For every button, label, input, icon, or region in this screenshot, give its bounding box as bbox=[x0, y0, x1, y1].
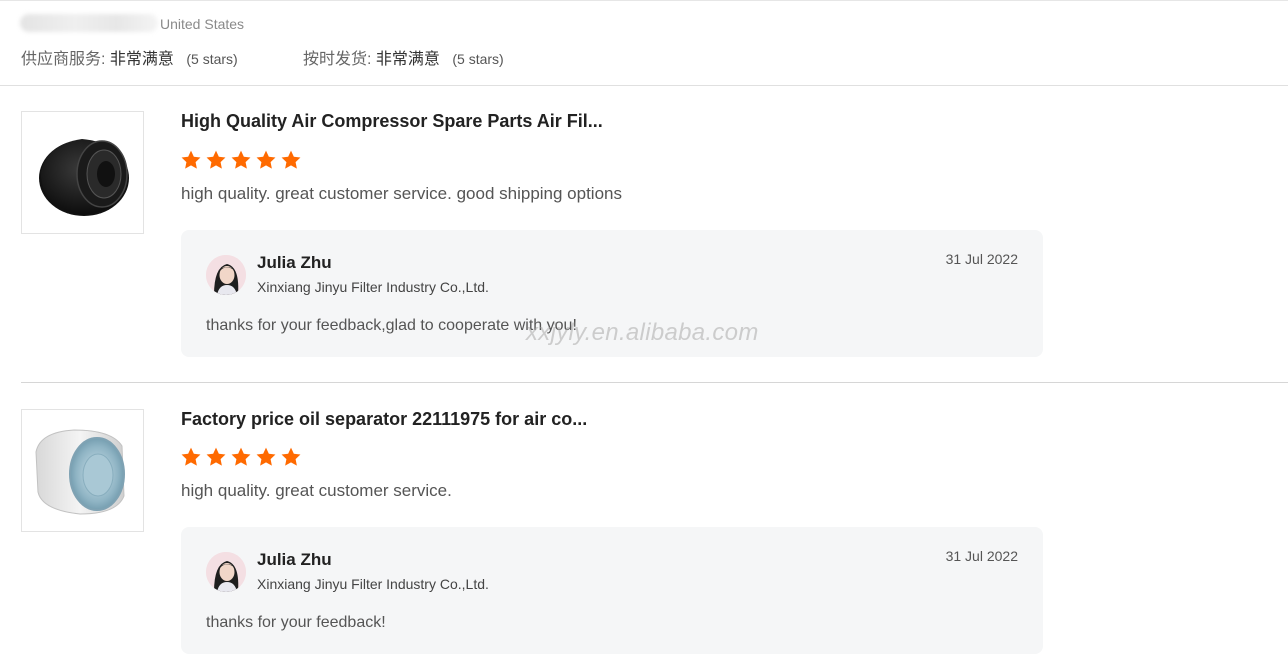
replier-name: Julia Zhu bbox=[257, 550, 332, 569]
air-filter-image bbox=[39, 139, 129, 216]
rating-stars-text: (5 stars) bbox=[186, 51, 238, 67]
star-icon bbox=[281, 447, 301, 466]
reviewer-country: United States bbox=[160, 16, 245, 32]
watermark: xxjyly.en.alibaba.com bbox=[526, 319, 759, 346]
replier-company: Xinxiang Jinyu Filter Industry Co.,Ltd. bbox=[257, 279, 489, 295]
avatar bbox=[206, 255, 246, 295]
review-divider bbox=[21, 382, 1288, 383]
star-icon bbox=[256, 447, 276, 466]
avatar-image bbox=[206, 552, 246, 592]
product-title[interactable]: Factory price oil separator 22111975 for… bbox=[181, 409, 587, 430]
star-icon bbox=[256, 150, 276, 169]
star-icon bbox=[231, 447, 251, 466]
reply-text: thanks for your feedback,glad to coopera… bbox=[206, 317, 577, 334]
supplier-reply: Julia Zhu Xinxiang Jinyu Filter Industry… bbox=[181, 527, 1043, 654]
supplier-service-rating: 供应商服务: 非常满意 (5 stars) bbox=[21, 45, 238, 69]
reply-date: 31 Jul 2022 bbox=[945, 251, 1018, 267]
avatar-image bbox=[206, 255, 246, 295]
oil-separator-image bbox=[35, 429, 125, 515]
review-text: high quality. great customer service. bbox=[181, 481, 452, 500]
rating-stars-text: (5 stars) bbox=[452, 51, 504, 67]
product-thumbnail[interactable] bbox=[21, 409, 144, 532]
star-icon bbox=[206, 447, 226, 466]
avatar bbox=[206, 552, 246, 592]
star-icon bbox=[181, 447, 201, 466]
on-time-delivery-rating: 按时发货: 非常满意 (5 stars) bbox=[303, 45, 504, 69]
reply-text: thanks for your feedback! bbox=[206, 614, 386, 631]
product-title[interactable]: High Quality Air Compressor Spare Parts … bbox=[181, 111, 603, 132]
star-icon bbox=[181, 150, 201, 169]
star-rating bbox=[180, 446, 302, 468]
star-rating bbox=[180, 149, 302, 171]
star-icon bbox=[281, 150, 301, 169]
star-icon bbox=[206, 150, 226, 169]
section-divider bbox=[0, 85, 1288, 86]
replier-company: Xinxiang Jinyu Filter Industry Co.,Ltd. bbox=[257, 576, 489, 592]
reviewer-name-blurred bbox=[20, 14, 158, 32]
rating-label: 供应商服务: bbox=[21, 51, 106, 68]
rating-value: 非常满意 bbox=[109, 51, 174, 68]
top-divider bbox=[0, 0, 1288, 1]
replier-name: Julia Zhu bbox=[257, 253, 332, 272]
rating-value: 非常满意 bbox=[375, 51, 440, 68]
review-text: high quality. great customer service. go… bbox=[181, 184, 622, 203]
star-icon bbox=[231, 150, 251, 169]
rating-label: 按时发货: bbox=[303, 51, 372, 68]
reply-date: 31 Jul 2022 bbox=[945, 548, 1018, 564]
product-thumbnail[interactable] bbox=[21, 111, 144, 234]
